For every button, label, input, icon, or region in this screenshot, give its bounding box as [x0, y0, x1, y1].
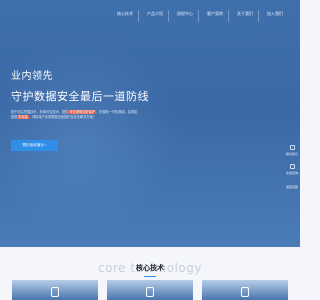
hero-banner: 核心技术 产品介绍 授权中心 客户案例 关于我们 加入我们 业内领先 守护数据安… — [0, 0, 300, 247]
section-title: 核心技术 — [0, 263, 300, 277]
core-tech-section: core technology 核心技术 — [0, 247, 300, 300]
floating-sidebar: 联系我们 在线咨询 返回顶部 — [284, 145, 300, 197]
tech-card[interactable] — [12, 280, 98, 300]
hero-description: 基于前沿挖掘技术，利用可信技术，提供可信透明加密保护，归属唯一可信溯源，实现如 … — [11, 110, 216, 120]
sidebar-item-label: 在线咨询 — [285, 171, 298, 175]
lock-icon — [241, 287, 249, 297]
nav-item-core-tech[interactable]: 核心技术 — [112, 10, 139, 22]
top-nav: 核心技术 产品介绍 授权中心 客户案例 关于我们 加入我们 — [112, 10, 288, 22]
nav-item-about[interactable]: 关于我们 — [232, 10, 259, 22]
tech-card[interactable] — [202, 280, 288, 300]
desc-highlight: 可信透明加密保护 — [68, 110, 96, 114]
desc-text: 数据全面保护及安全解决方案！ — [51, 115, 96, 120]
phone-icon — [289, 145, 295, 150]
nav-item-products[interactable]: 产品介绍 — [142, 10, 169, 22]
desc-text: ，归属唯一可信溯源，实现如 — [95, 110, 138, 114]
back-to-top-button[interactable]: 返回顶部 — [284, 183, 300, 189]
desc-text: ，帮助用户实现 — [28, 115, 52, 120]
hero-headline: 业内领先 — [11, 71, 53, 82]
nav-item-join[interactable]: 加入我们 — [262, 10, 288, 22]
section-title-text: 核心技术 — [136, 264, 164, 272]
tech-cards — [12, 280, 288, 300]
sidebar-item-chat[interactable]: 在线咨询 — [284, 164, 300, 175]
lock-icon — [51, 287, 59, 297]
nav-item-authorization[interactable]: 授权中心 — [172, 10, 199, 22]
sidebar-item-label: 联系我们 — [285, 152, 298, 156]
title-underline — [144, 276, 156, 277]
nav-item-cases[interactable]: 客户案例 — [202, 10, 229, 22]
desc-highlight: 防泄露 — [17, 115, 29, 120]
tech-card[interactable] — [107, 280, 193, 300]
sidebar-item-contact[interactable]: 联系我们 — [284, 145, 300, 156]
book-demo-button[interactable]: 预约系统演示 › — [11, 140, 58, 151]
hero-subheadline: 守护数据安全最后一道防线 — [11, 90, 149, 103]
desc-text: 基于前沿挖掘技术，利用可信技术，提供 — [11, 110, 69, 114]
back-to-top-label: 返回顶部 — [285, 185, 298, 189]
chat-icon — [289, 164, 295, 169]
lock-icon — [146, 287, 154, 297]
